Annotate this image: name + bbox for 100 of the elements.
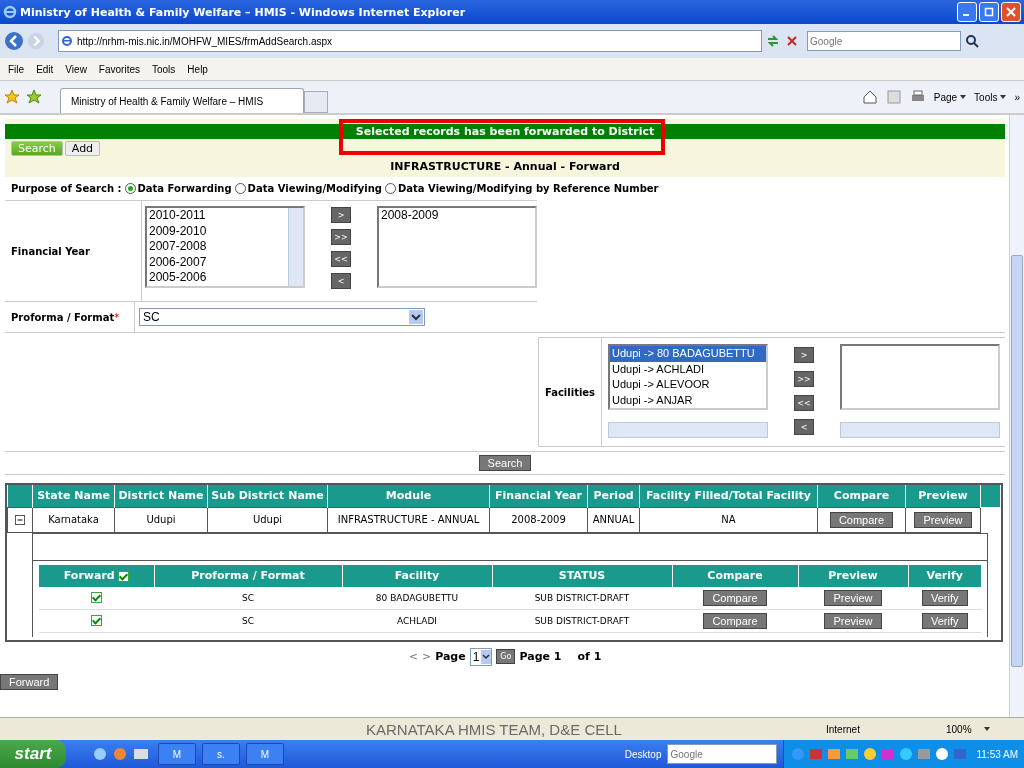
list-option[interactable]: Udupi -> ALEVOOR <box>610 377 766 393</box>
move-button[interactable]: >> <box>794 371 814 387</box>
forward-button[interactable]: Forward <box>0 673 59 690</box>
preview-button[interactable]: Preview <box>824 589 882 606</box>
column-header: Module <box>327 485 490 507</box>
move-button[interactable]: >> <box>331 229 351 245</box>
caret-icon[interactable] <box>960 95 967 99</box>
menu-item[interactable]: Edit <box>36 63 54 75</box>
column-header: Compare <box>817 485 906 507</box>
list-option[interactable]: 2010-2011 <box>149 208 288 224</box>
maximize-button[interactable] <box>979 2 999 22</box>
move-button[interactable]: < <box>331 273 351 289</box>
tab-button[interactable]: Add <box>64 141 101 156</box>
desktop-toolbar[interactable]: Desktop <box>624 748 662 760</box>
radio-option[interactable]: Data Viewing/Modifying by Reference Number <box>385 183 659 194</box>
table-cell: Udupi <box>207 507 328 532</box>
page-scrollbar[interactable] <box>1009 115 1024 717</box>
more-button[interactable]: » <box>1014 91 1020 103</box>
scrollbar-icon[interactable] <box>840 422 1000 438</box>
list-option[interactable]: 2008-2009 <box>381 208 535 224</box>
move-button[interactable]: << <box>794 395 814 411</box>
verify-button[interactable]: Verify <box>922 612 968 629</box>
column-header: Forward <box>39 564 154 587</box>
list-option[interactable]: 2007-2008 <box>149 239 288 255</box>
column-header: Facility Filled/Total Facility <box>639 485 818 507</box>
list-option[interactable]: Udupi -> ACHLADI <box>610 361 766 377</box>
column-header: Period <box>587 485 640 507</box>
table-cell: SUB DISTRICT-DRAFT <box>492 609 672 632</box>
close-button[interactable] <box>1001 2 1021 22</box>
taskbar-button[interactable]: M <box>246 743 284 765</box>
add-favorite-icon[interactable] <box>26 89 42 105</box>
scrollbar-icon[interactable] <box>288 208 303 286</box>
zoom-level[interactable]: 100% <box>946 723 972 735</box>
compare-button[interactable]: Compare <box>703 589 767 606</box>
menu-item[interactable]: View <box>65 63 87 75</box>
compare-button[interactable]: Compare <box>703 612 767 629</box>
star-icon[interactable] <box>4 89 20 105</box>
clock: 11:53 AM <box>976 748 1018 760</box>
search-button[interactable]: Search <box>478 455 532 471</box>
status-message: Selected records has been forwarded to District <box>355 124 655 139</box>
year-listbox[interactable]: 2010-2011 2009-2010 2007-2008 2006-2007 2005-2006 <box>145 206 305 288</box>
search-icon[interactable] <box>964 33 980 49</box>
list-option[interactable]: Udupi -> 80 BADAGUBETTU <box>610 346 766 362</box>
collapse-icon[interactable] <box>15 514 25 525</box>
refresh-icon[interactable] <box>765 33 781 49</box>
back-button[interactable] <box>4 31 24 51</box>
caret-icon[interactable] <box>983 727 990 731</box>
list-option[interactable]: 2006-2007 <box>149 254 288 270</box>
maximize-icon <box>984 7 994 17</box>
list-option[interactable]: 2005-2006 <box>149 270 288 286</box>
table-cell: 80 BADAGUBETTU <box>342 586 492 609</box>
facility-listbox[interactable]: Udupi -> 80 BADAGUBETTU Udupi -> ACHLADI Udupi -> ALEVOOR Udupi -> ANJAR <box>608 344 768 410</box>
move-button[interactable]: > <box>794 347 814 363</box>
search-field[interactable]: Google <box>807 31 961 51</box>
verify-button[interactable]: Verify <box>922 589 968 606</box>
browser-tab[interactable]: Ministry of Health & Family Welfare – HMIS <box>60 88 304 113</box>
scrollbar-icon[interactable] <box>608 422 768 438</box>
menu-item[interactable]: File <box>8 63 25 75</box>
field-label: Proforma / Format* <box>11 311 120 323</box>
start-button[interactable]: start <box>0 740 66 768</box>
row-button[interactable]: Preview <box>914 511 972 528</box>
previous-link[interactable]: < <box>408 650 418 663</box>
column-header: Financial Year <box>489 485 588 507</box>
taskbar-search-field[interactable]: Google <box>667 744 778 764</box>
checkbox[interactable] <box>91 592 102 603</box>
url-text: http://nrhm-mis.nic.in/MOHFW_MIES/frmAddSearch.aspx <box>77 35 333 47</box>
address-field[interactable]: http://nrhm-mis.nic.in/MOHFW_MIES/frmAddSearch.aspx <box>58 30 762 52</box>
menu-item[interactable]: Favorites <box>98 63 140 75</box>
taskbar-button[interactable]: s. <box>202 743 240 765</box>
proforma-dropdown[interactable]: SC <box>139 308 425 326</box>
page-dropdown[interactable]: 1 <box>469 647 493 666</box>
menu-item[interactable]: Tools <box>152 63 176 75</box>
checkbox[interactable] <box>117 570 129 582</box>
move-button[interactable]: << <box>331 251 351 267</box>
minimize-button[interactable] <box>957 2 977 22</box>
chosen-listbox[interactable]: 2008-2009 <box>377 206 537 288</box>
taskbar-button[interactable]: M <box>158 743 196 765</box>
caret-icon[interactable] <box>1000 95 1007 99</box>
list-option[interactable]: 2009-2010 <box>149 223 288 239</box>
page-menu[interactable]: Page <box>933 91 958 103</box>
column-header: Proforma / Format <box>154 564 342 587</box>
preview-button[interactable]: Preview <box>824 612 882 629</box>
page-icon <box>61 35 73 47</box>
next-link[interactable]: > <box>421 650 432 663</box>
move-button[interactable]: < <box>794 419 814 435</box>
tools-menu[interactable]: Tools <box>974 91 998 103</box>
menu-item[interactable]: Help <box>187 63 208 75</box>
radio-option[interactable]: Data Forwarding <box>124 183 232 194</box>
go-button[interactable]: Go <box>496 649 516 664</box>
column-header: Preview <box>798 564 908 587</box>
home-icon[interactable] <box>861 89 878 105</box>
chosen-listbox[interactable] <box>840 344 1000 410</box>
row-button[interactable]: Compare <box>829 511 894 528</box>
move-button[interactable]: > <box>331 207 351 223</box>
checkbox[interactable] <box>91 615 102 626</box>
column-header: Compare <box>672 564 798 587</box>
list-option[interactable]: Udupi -> ANJAR <box>610 392 766 408</box>
radio-option[interactable]: Data Viewing/Modifying <box>234 183 383 194</box>
slide-caption: KARNATAKA HMIS TEAM, D&E CELL <box>366 720 623 738</box>
column-header: Facility <box>342 564 492 587</box>
